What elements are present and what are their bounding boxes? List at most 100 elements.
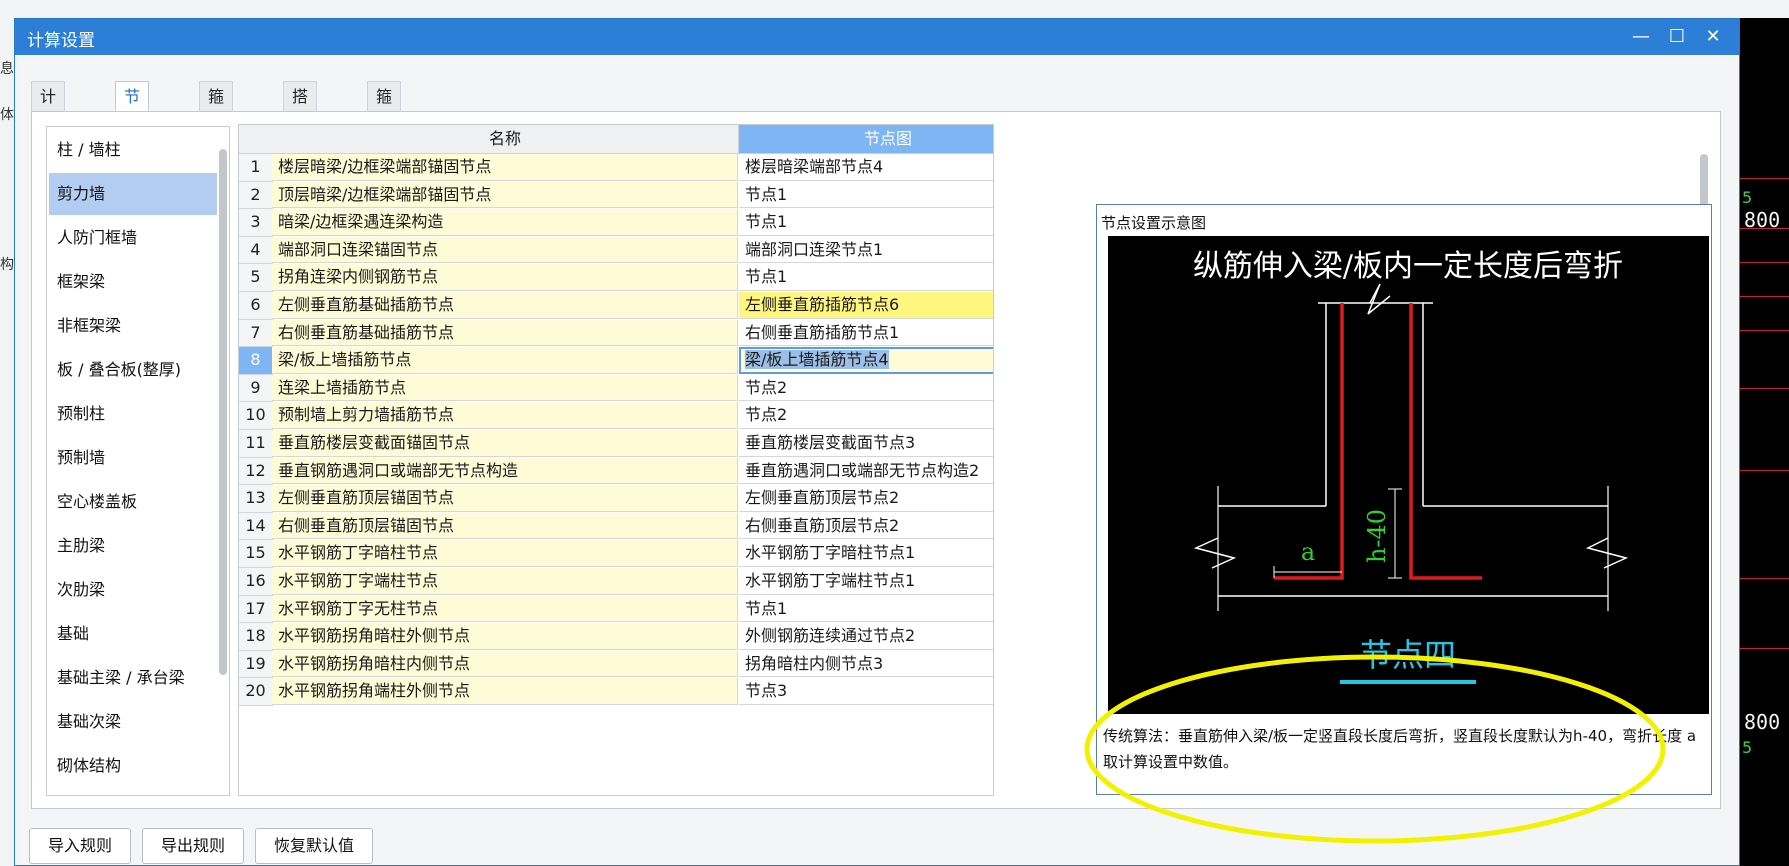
export-rules-button[interactable]: 导出规则 [142,828,245,864]
row-node-cell[interactable]: 节点3 [739,678,993,705]
row-node-cell[interactable]: 梁/板上墙插筋节点4··· [739,347,993,374]
category-item[interactable]: 基础主梁 / 承台梁 [49,657,217,699]
category-item[interactable]: 主肋梁 [49,525,217,567]
table-row[interactable]: 11 垂直筋楼层变截面锚固节点 垂直筋楼层变截面节点3 [239,430,993,458]
tab-stirrup-formula[interactable]: 箍筋公式 [367,81,402,196]
category-item-selected[interactable]: 剪力墙 [49,173,217,215]
row-name-cell: 端部洞口连梁锚固节点 [272,236,738,264]
row-node-cell[interactable]: 垂直筋遇洞口或端部无节点构造2 [739,457,993,485]
row-node-cell[interactable]: 左侧垂直筋插筋节点6 [739,292,993,319]
category-item[interactable]: 砌体结构 [49,745,217,787]
background-glyph: 体 [0,107,14,123]
table-row[interactable]: 8梁/板上墙插筋节点梁/板上墙插筋节点4··· [239,347,993,375]
row-node-cell[interactable]: 端部洞口连梁节点1 [739,236,993,264]
node-settings-table: 名称 节点图 1 楼层暗梁/边框梁端部锚固节点 楼层暗梁端部节点4 2 顶层暗梁/边框梁… [238,124,994,796]
tab-calc-rules[interactable]: 计算规则 [31,81,66,196]
row-name-cell: 楼层暗梁/边框梁端部锚固节点 [272,154,738,181]
table-row[interactable]: 7 右侧垂直筋基础插筋节点 右侧垂直筋插筋节点1 [239,319,993,348]
table-row[interactable]: 18 水平钢筋拐角暗柱外侧节点 外侧钢筋连续通过节点2 [239,623,993,651]
dialog-title: 计算设置 [27,31,95,51]
row-node-cell[interactable]: 节点1 [739,595,993,623]
row-node-cell[interactable]: 右侧垂直筋顶层节点2 [739,512,993,540]
category-item[interactable]: 框架梁 [49,261,217,303]
category-item[interactable]: 非框架梁 [49,305,217,347]
category-scrollbar[interactable] [219,149,227,675]
row-index: 4 [239,236,273,265]
row-node-cell[interactable]: 拐角暗柱内侧节点3 [739,650,993,678]
row-node-cell[interactable]: 节点1 [739,209,993,236]
table-corner [239,125,273,154]
category-item[interactable]: 人防门框墙 [49,217,217,259]
tab-stirrup-settings[interactable]: 箍筋设置 [199,81,234,196]
category-item[interactable]: 次肋梁 [49,569,217,611]
close-button[interactable]: ✕ [1697,23,1729,51]
table-row[interactable]: 1 楼层暗梁/边框梁端部锚固节点 楼层暗梁端部节点4 [239,154,993,182]
row-index: 19 [239,650,273,679]
table-row[interactable]: 17 水平钢筋丁字无柱节点 节点1 [239,595,993,624]
minimize-button[interactable]: — [1625,23,1657,51]
cad-line [1740,388,1789,389]
column-header-node-diagram[interactable]: 节点图 [739,125,993,154]
row-node-cell[interactable]: 节点1 [739,181,993,209]
table-row[interactable]: 10 预制墙上剪力墙插筋节点 节点2 [239,402,993,430]
import-rules-button[interactable]: 导入规则 [29,828,132,864]
dialog-titlebar[interactable]: 计算设置 — ☐ ✕ [15,19,1739,55]
table-row[interactable]: 20 水平钢筋拐角端柱外侧节点 节点3 [239,678,993,706]
background-glyph: 构 [0,257,14,273]
row-name-cell: 水平钢筋丁字端柱节点 [272,568,738,595]
maximize-button[interactable]: ☐ [1661,23,1693,51]
tab-lap-settings[interactable]: 搭接设置 [283,81,318,196]
row-node-cell[interactable]: 左侧垂直筋顶层节点2 [739,485,993,512]
table-row[interactable]: 12 垂直钢筋遇洞口或端部无节点构造 垂直筋遇洞口或端部无节点构造2 [239,457,993,486]
table-row[interactable]: 19 水平钢筋拐角暗柱内侧节点 拐角暗柱内侧节点3 [239,650,993,679]
row-node-cell[interactable]: 节点2 [739,402,993,429]
node-preview-title: 节点设置示意图 [1101,214,1207,232]
table-row[interactable]: 2 顶层暗梁/边框梁端部锚固节点 节点1 [239,181,993,210]
row-node-cell[interactable]: 垂直筋楼层变截面节点3 [739,430,993,457]
row-name-cell: 垂直钢筋遇洞口或端部无节点构造 [272,457,738,485]
table-row[interactable]: 16 水平钢筋丁字端柱节点 水平钢筋丁字端柱节点1 [239,568,993,596]
category-item[interactable]: 预制柱 [49,393,217,435]
table-row[interactable]: 5 拐角连梁内侧钢筋节点 节点1 [239,264,993,292]
cad-line [1740,296,1789,297]
category-item[interactable]: 基础 [49,613,217,655]
table-row[interactable]: 14 右侧垂直筋顶层锚固节点 右侧垂直筋顶层节点2 [239,512,993,541]
category-item[interactable]: 预制墙 [49,437,217,479]
column-header-name[interactable]: 名称 [272,125,739,154]
background-left-panel: 息 体 构 [0,18,15,866]
cad-text: 800 [1744,710,1781,734]
table-row[interactable]: 6 左侧垂直筋基础插筋节点 左侧垂直筋插筋节点6 [239,292,993,320]
row-node-cell[interactable]: 节点1 [739,264,993,291]
cad-line [1740,262,1789,263]
row-index: 11 [239,430,273,458]
row-name-cell: 右侧垂直筋顶层锚固节点 [272,512,738,540]
row-index: 9 [239,374,273,403]
table-row[interactable]: 15 水平钢筋丁字暗柱节点 水平钢筋丁字暗柱节点1 [239,540,993,568]
table-row[interactable]: 4 端部洞口连梁锚固节点 端部洞口连梁节点1 [239,236,993,265]
row-index: 6 [239,292,273,320]
cad-dimension: 5 [1742,738,1753,757]
row-node-cell[interactable]: 水平钢筋丁字端柱节点1 [739,568,993,595]
row-node-value[interactable]: 梁/板上墙插筋节点4 [745,350,889,370]
table-row[interactable]: 9 连梁上墙插筋节点 节点2 [239,374,993,403]
category-item[interactable]: 空心楼盖板 [49,481,217,523]
table-row[interactable]: 3 暗梁/边框梁遇连梁构造 节点1 [239,209,993,237]
restore-defaults-button[interactable]: 恢复默认值 [255,828,374,864]
row-node-cell[interactable]: 水平钢筋丁字暗柱节点1 [739,540,993,567]
row-node-cell[interactable]: 右侧垂直筋插筋节点1 [739,319,993,347]
row-index: 7 [239,319,273,348]
node-diagram: 纵筋伸入梁/板内一定长度后弯折 a h-40 节点四 [1108,236,1709,714]
diagram-label-h: h-40 [1363,509,1391,563]
background-glyph: 息 [0,61,14,77]
calc-settings-dialog: 计算设置 — ☐ ✕ 计算规则 节点设置 箍筋设置 搭接设置 箍筋公式 柱 / … [14,18,1740,866]
tab-node-settings[interactable]: 节点设置 [115,81,150,196]
table-row[interactable]: 13 左侧垂直筋顶层锚固节点 左侧垂直筋顶层节点2 [239,485,993,513]
category-item[interactable]: 柱 / 墙柱 [49,129,217,171]
category-item[interactable]: 板 / 叠合板(整厚) [49,349,217,391]
row-index: 5 [239,264,273,292]
row-index: 8 [239,347,273,375]
row-node-cell[interactable]: 节点2 [739,374,993,402]
row-node-cell[interactable]: 楼层暗梁端部节点4 [739,154,993,181]
row-node-cell[interactable]: 外侧钢筋连续通过节点2 [739,623,993,650]
category-item[interactable]: 基础次梁 [49,701,217,743]
